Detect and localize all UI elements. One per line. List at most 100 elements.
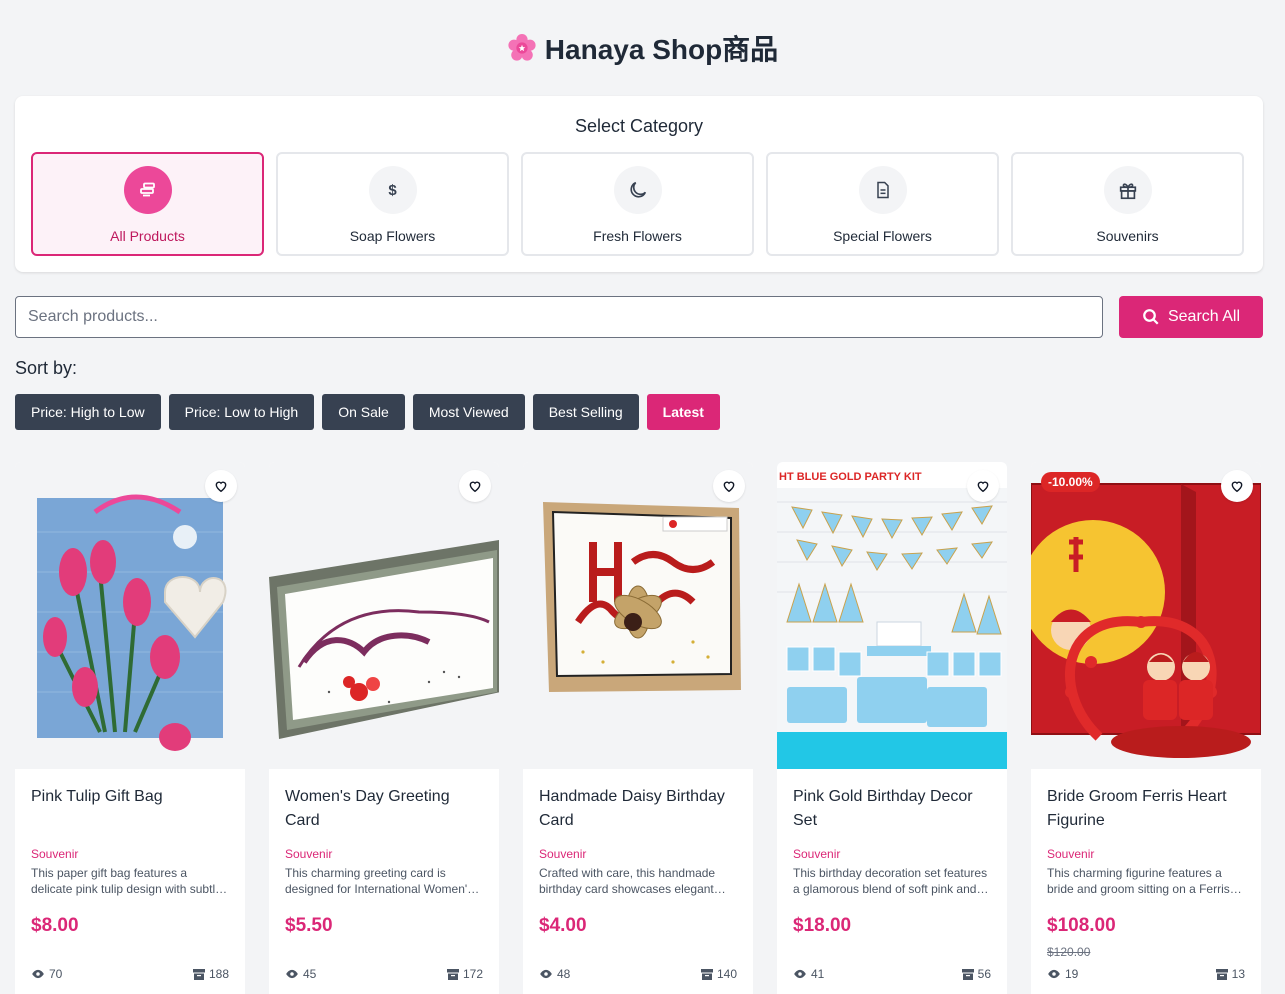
view-count-value: 19 [1065, 967, 1079, 981]
category-heading: Select Category [574, 116, 704, 136]
favorite-button[interactable] [459, 470, 491, 502]
category-label: All Products [110, 228, 185, 244]
product-category: Souvenir [539, 847, 587, 861]
product-price: $108.00 [1047, 915, 1116, 936]
sort-price-low-high[interactable]: Price: Low to High [168, 394, 315, 430]
product-stats: 41 56 [793, 967, 991, 981]
product-image[interactable]: -10.00% [1031, 462, 1261, 769]
sort-label: Sort by: [15, 358, 78, 378]
sort-on-sale[interactable]: On Sale [322, 394, 405, 430]
product-name[interactable]: Pink Gold Birthday Decor Set [793, 785, 991, 833]
product-category: Souvenir [1047, 847, 1095, 861]
product-image[interactable] [15, 462, 245, 769]
product-price: $4.00 [539, 915, 587, 936]
product-name[interactable]: Bride Groom Ferris Heart Figurine [1047, 785, 1245, 833]
product-image[interactable] [269, 462, 499, 769]
sold-count-value: 140 [716, 967, 737, 981]
document-icon [858, 166, 907, 214]
category-list: All Products $ Soap Flowers Fresh Flower… [31, 152, 1244, 256]
product-description: Crafted with care, this handmade birthda… [539, 866, 716, 896]
eye-icon [32, 969, 44, 979]
product-price: $18.00 [793, 915, 852, 936]
product-price: $5.50 [285, 915, 333, 936]
discount-badge: -10.00% [1041, 472, 1100, 492]
product-category: Souvenir [285, 847, 333, 861]
view-count-value: 48 [557, 967, 571, 981]
product-card[interactable]: Handmade Daisy Birthday Card Souvenir Cr… [523, 462, 753, 994]
product-stats: 70 188 [31, 967, 229, 981]
gift-icon [1103, 166, 1152, 214]
category-soap-flowers[interactable]: $ Soap Flowers [276, 152, 509, 256]
view-count-value: 45 [303, 967, 317, 981]
product-info: Pink Gold Birthday Decor Set Souvenir Th… [777, 769, 1007, 994]
product-description: This birthday decoration set features a … [793, 866, 988, 896]
sold-count-value: 56 [977, 967, 991, 981]
product-card[interactable]: Women's Day Greeting Card Souvenir This … [269, 462, 499, 994]
product-grid: Pink Tulip Gift Bag Souvenir This paper … [15, 462, 1261, 994]
view-count-value: 41 [811, 967, 825, 981]
search-button-label: Search All [1167, 308, 1241, 325]
image-caption-text: HT BLUE GOLD PARTY KIT [779, 471, 922, 483]
heart-icon [469, 481, 481, 493]
view-count-value: 70 [49, 967, 63, 981]
box-icon [1215, 968, 1228, 980]
favorite-button[interactable] [967, 470, 999, 502]
product-name[interactable]: Handmade Daisy Birthday Card [539, 785, 737, 833]
product-stats: 19 13 [1047, 967, 1245, 981]
dollar-icon: $ [368, 166, 417, 214]
product-card[interactable]: Pink Tulip Gift Bag Souvenir This paper … [15, 462, 245, 994]
search-all-button[interactable]: Search All [1119, 296, 1263, 338]
category-label: Special Flowers [833, 228, 932, 244]
product-card[interactable]: HT BLUE GOLD PARTY KIT Pink Gold Birthda… [777, 462, 1007, 994]
list-icon [123, 166, 172, 214]
view-count: 19 [1047, 967, 1078, 981]
category-souvenirs[interactable]: Souvenirs [1011, 152, 1244, 256]
view-count: 70 [31, 967, 62, 981]
category-label: Fresh Flowers [593, 228, 682, 244]
category-special-flowers[interactable]: Special Flowers [766, 152, 999, 256]
moon-icon [613, 166, 662, 214]
sakura-flower-icon [508, 33, 536, 61]
page-title: Hanaya Shop商品 [0, 28, 1285, 68]
product-category: Souvenir [31, 847, 79, 861]
favorite-button[interactable] [713, 470, 745, 502]
view-count: 48 [539, 967, 570, 981]
sort-best-selling[interactable]: Best Selling [532, 394, 639, 430]
box-icon [961, 968, 974, 980]
category-label: Souvenirs [1096, 228, 1159, 244]
sort-latest[interactable]: Latest [646, 394, 720, 430]
sold-count: 56 [961, 967, 991, 981]
box-icon [446, 968, 459, 980]
product-stats: 45 172 [285, 967, 483, 981]
product-card[interactable]: -10.00% Bride Groom Ferris Heart Figurin… [1031, 462, 1261, 994]
sold-count: 13 [1215, 967, 1245, 981]
view-count: 45 [285, 967, 316, 981]
sort-options: Price: High to Low Price: Low to High On… [15, 394, 720, 430]
eye-icon [286, 969, 298, 979]
sold-count-value: 13 [1231, 967, 1245, 981]
sort-most-viewed[interactable]: Most Viewed [412, 394, 525, 430]
favorite-button[interactable] [205, 470, 237, 502]
box-icon [192, 968, 205, 980]
product-original-price: $120.00 [1047, 945, 1091, 959]
heart-icon [1231, 481, 1243, 493]
category-fresh-flowers[interactable]: Fresh Flowers [521, 152, 754, 256]
category-all-products[interactable]: All Products [31, 152, 264, 256]
product-description: This charming greeting card is designed … [285, 866, 474, 896]
eye-icon [1048, 969, 1060, 979]
product-info: Bride Groom Ferris Heart Figurine Souven… [1031, 769, 1261, 994]
sold-count: 188 [192, 967, 229, 981]
sort-price-high-low[interactable]: Price: High to Low [15, 394, 161, 430]
category-panel: Select Category All Products $ Soap Flow… [15, 96, 1263, 272]
search-input[interactable] [15, 296, 1103, 338]
product-image[interactable] [523, 462, 753, 769]
heart-icon [977, 481, 989, 493]
page-title-text: Hanaya Shop商品 [544, 34, 779, 65]
box-icon [700, 968, 713, 980]
product-name[interactable]: Women's Day Greeting Card [285, 785, 483, 833]
sold-count: 172 [446, 967, 483, 981]
product-name[interactable]: Pink Tulip Gift Bag [31, 785, 229, 833]
product-image[interactable]: HT BLUE GOLD PARTY KIT [777, 462, 1007, 769]
eye-icon [540, 969, 552, 979]
favorite-button[interactable] [1221, 470, 1253, 502]
